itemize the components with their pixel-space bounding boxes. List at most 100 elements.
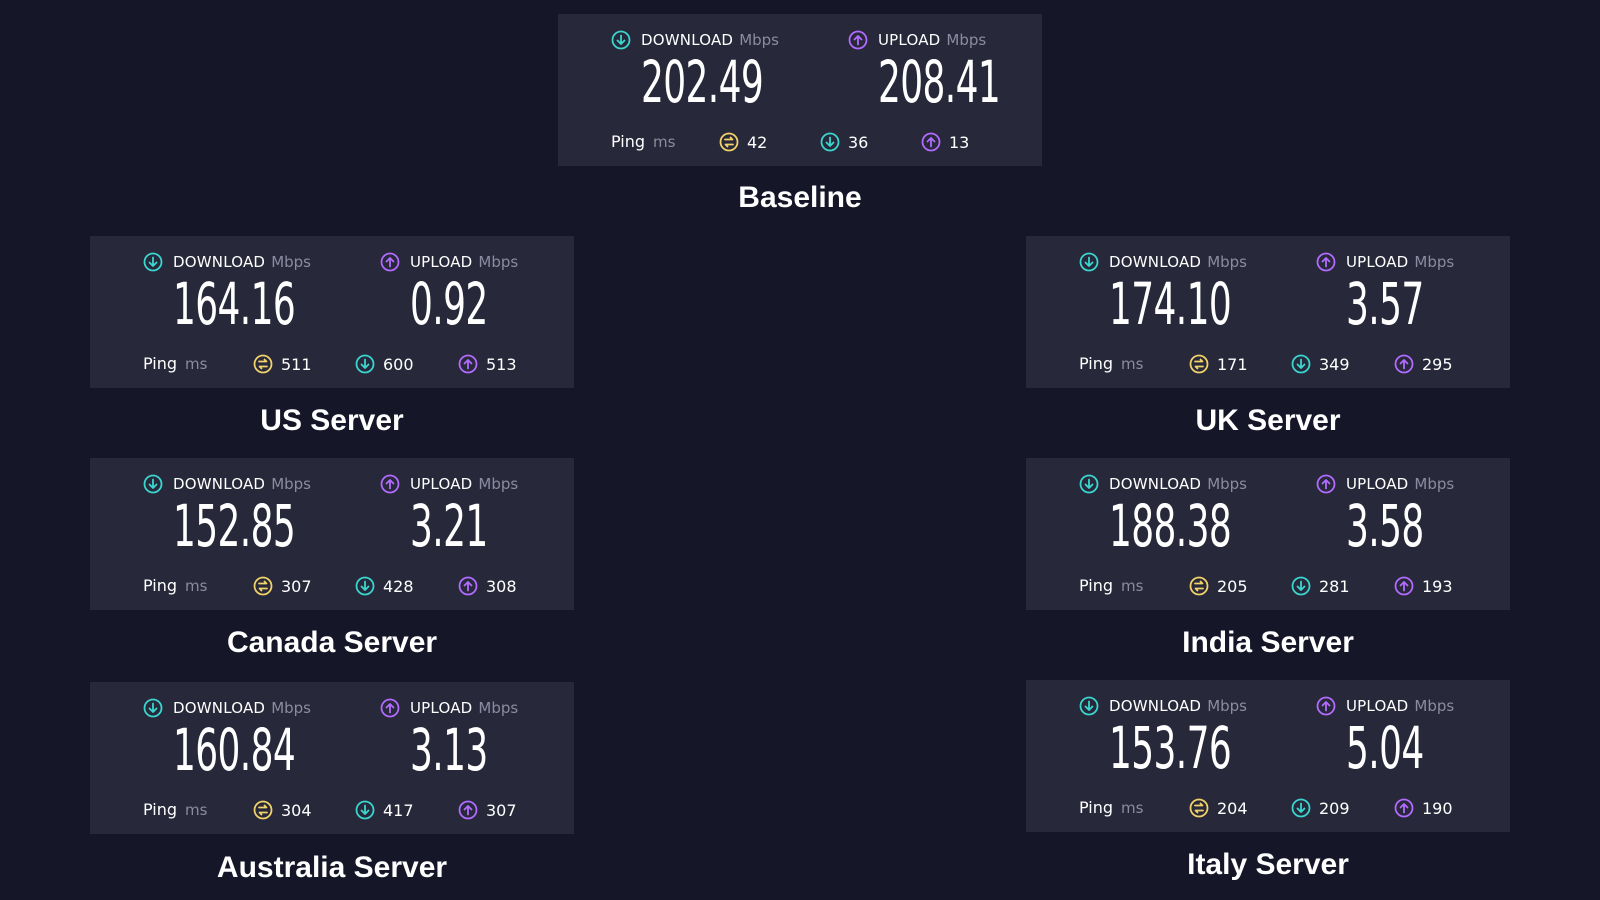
ping-row: Ping ms 205 281 193 [1079,576,1453,596]
ping-upload: 308 [458,576,517,596]
upload-arrow-icon [921,132,941,152]
ping-upload-value: 295 [1422,354,1453,374]
ping-download-value: 600 [383,354,414,374]
ping-upload-value: 193 [1422,576,1453,596]
ping-unit: ms [185,576,208,595]
download-unit: Mbps [271,475,311,493]
download-value: 160.84 [173,716,296,784]
download-value: 153.76 [1109,714,1232,782]
ping-upload: 13 [921,132,969,152]
upload-label: UPLOAD [1346,475,1409,493]
upload-arrow-icon [458,354,478,374]
ping-upload: 190 [1394,798,1453,818]
ping-row: Ping ms 42 36 13 [611,132,969,152]
ping-unit: ms [185,354,208,373]
upload-arrow-icon [1316,252,1336,272]
ping-label: Ping [1079,576,1114,595]
caption-australia-server: Australia Server [216,851,448,884]
upload-label: UPLOAD [1346,697,1409,715]
download-label: DOWNLOAD [641,31,734,49]
ping-unit: ms [1121,354,1144,373]
result-card-canada: DOWNLOAD Mbps 152.85 UPLOAD Mbps 3.21 Ping… [90,458,574,610]
ping-idle: 204 [1189,798,1248,818]
ping-label: Ping [611,132,646,151]
upload-label: UPLOAD [410,475,473,493]
download-arrow-icon [143,698,163,718]
upload-arrow-icon [1316,474,1336,494]
upload-label: UPLOAD [410,699,473,717]
upload-arrow-icon [1394,798,1414,818]
upload-unit: Mbps [946,31,987,49]
ping-idle: 42 [719,132,767,152]
ping-row: Ping ms 511 600 513 [143,354,517,374]
download-arrow-icon [1079,252,1099,272]
ping-unit: ms [1121,798,1144,817]
upload-unit: Mbps [478,475,519,493]
caption-uk-server: UK Server [1195,404,1341,437]
ping-upload: 307 [458,800,517,820]
caption-india-server: India Server [1182,626,1354,659]
ping-download-value: 349 [1319,354,1350,374]
download-label: DOWNLOAD [173,699,266,717]
upload-unit: Mbps [1414,475,1455,493]
download-unit: Mbps [1207,253,1247,271]
upload-value: 0.92 [410,270,488,338]
ping-upload: 193 [1394,576,1453,596]
upload-unit: Mbps [478,253,519,271]
ping-upload-value: 190 [1422,798,1453,818]
ping-label: Ping [1079,798,1114,817]
ping-row: Ping ms 171 349 295 [1079,354,1453,374]
ping-label: Ping [143,354,178,373]
download-arrow-icon [611,30,631,50]
ping-idle-value: 204 [1217,798,1248,818]
ping-idle: 171 [1189,354,1248,374]
ping-idle-icon [253,354,273,374]
ping-upload-value: 308 [486,576,517,596]
result-card-italy: DOWNLOAD Mbps 153.76 UPLOAD Mbps 5.04 Ping… [1026,680,1510,832]
ping-idle: 307 [253,576,312,596]
download-label: DOWNLOAD [173,475,266,493]
ping-idle-value: 42 [747,132,768,152]
ping-row: Ping ms 304 417 307 [143,800,517,820]
upload-value: 208.41 [878,48,1001,116]
ping-idle-icon [253,800,273,820]
ping-download-value: 209 [1319,798,1350,818]
ping-row: Ping ms 307 428 308 [143,576,517,596]
upload-unit: Mbps [478,699,519,717]
ping-idle-icon [719,132,739,152]
upload-arrow-icon [1394,576,1414,596]
download-unit: Mbps [1207,475,1247,493]
ping-idle: 205 [1189,576,1248,596]
ping-idle-icon [253,576,273,596]
caption-baseline: Baseline [738,181,862,214]
download-arrow-icon [1291,798,1311,818]
ping-label: Ping [143,800,178,819]
download-arrow-icon [1079,474,1099,494]
download-label: DOWNLOAD [173,253,266,271]
ping-download: 349 [1291,354,1350,374]
ping-row: Ping ms 204 209 190 [1079,798,1453,818]
result-card-us: DOWNLOAD Mbps 164.16 UPLOAD Mbps 0.92 Ping… [90,236,574,388]
ping-upload: 513 [458,354,517,374]
ping-label: Ping [143,576,178,595]
ping-idle-icon [1189,798,1209,818]
ping-idle: 304 [253,800,312,820]
upload-arrow-icon [380,252,400,272]
ping-idle-value: 304 [281,800,312,820]
ping-download: 209 [1291,798,1350,818]
upload-value: 3.21 [410,492,488,560]
upload-label: UPLOAD [878,31,941,49]
upload-arrow-icon [848,30,868,50]
download-label: DOWNLOAD [1109,475,1202,493]
download-arrow-icon [355,576,375,596]
ping-idle-value: 171 [1217,354,1248,374]
ping-idle: 511 [253,354,312,374]
upload-label: UPLOAD [410,253,473,271]
upload-unit: Mbps [1414,697,1455,715]
caption-canada-server: Canada Server [226,626,438,659]
upload-arrow-icon [1394,354,1414,374]
ping-download-value: 281 [1319,576,1350,596]
ping-idle-icon [1189,354,1209,374]
ping-unit: ms [185,800,208,819]
upload-unit: Mbps [1414,253,1455,271]
